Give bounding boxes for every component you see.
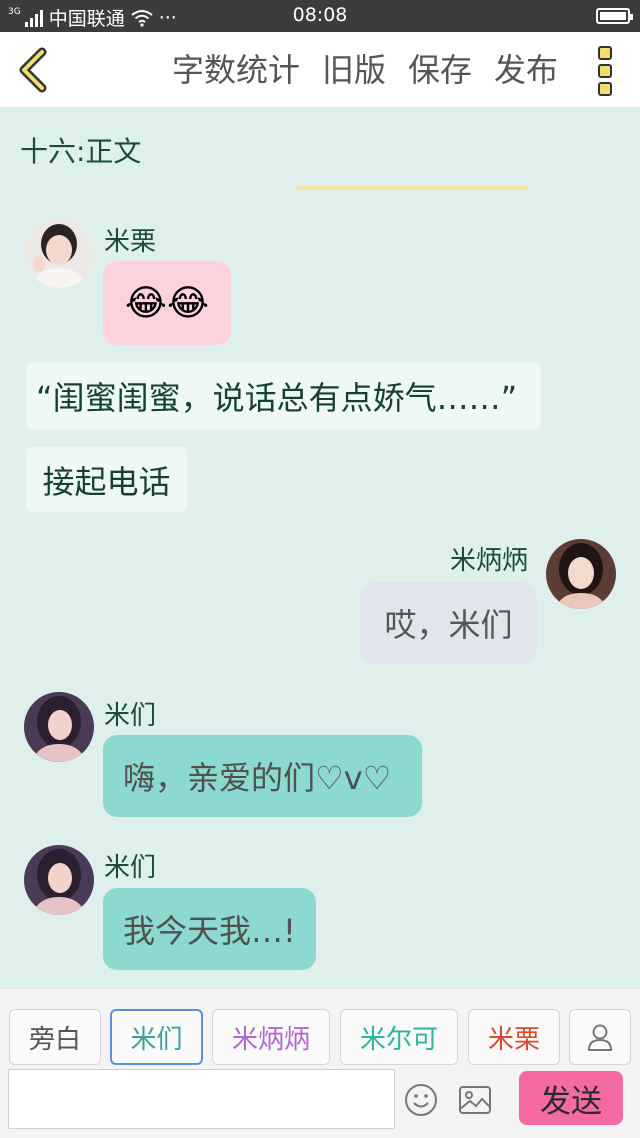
- editor-header: 字数统计 旧版 保存 发布: [0, 32, 640, 108]
- sender-name: 米们: [104, 853, 157, 883]
- clock: 08:08: [292, 4, 348, 26]
- send-label: 发送: [540, 1083, 602, 1120]
- character-narrator-button[interactable]: 旁白: [9, 1009, 101, 1065]
- chat-bubble[interactable]: 😂😂: [103, 261, 231, 345]
- character-label: 旁白: [28, 1024, 81, 1055]
- avatar-mimen[interactable]: [24, 845, 94, 915]
- laughing-crying-emoji: 😂😂: [124, 282, 210, 324]
- chapter-title[interactable]: 十六:正文: [20, 130, 141, 170]
- smiley-icon: [405, 1084, 437, 1116]
- publish-button[interactable]: 发布: [494, 50, 558, 90]
- character-mimen-button[interactable]: 米们: [110, 1009, 203, 1065]
- battery-icon: [596, 8, 633, 24]
- avatar-mibingbing[interactable]: [546, 539, 616, 609]
- save-button[interactable]: 保存: [408, 50, 472, 90]
- avatar-mili[interactable]: [24, 218, 94, 288]
- chat-text: 我今天我…!: [123, 912, 296, 950]
- sender-name: 米炳炳: [450, 546, 529, 576]
- character-label: 米栗: [487, 1024, 540, 1055]
- more-dot: [598, 64, 612, 78]
- chevron-left-icon: [19, 47, 47, 93]
- image-button[interactable]: [458, 1085, 492, 1119]
- chat-bubble[interactable]: 我今天我…!: [103, 888, 316, 970]
- sender-name: 米栗: [104, 227, 157, 257]
- narration-text: “闺蜜闺蜜，说话总有点娇气……”: [36, 379, 518, 417]
- more-dot: [598, 82, 612, 96]
- chat-bubble[interactable]: 哎，米们: [360, 582, 537, 664]
- character-mili-button[interactable]: 米栗: [468, 1009, 560, 1065]
- header-actions: 字数统计 旧版 保存 发布: [172, 50, 558, 90]
- status-bar: 3G 中国联通 ··· 08:08: [0, 0, 640, 32]
- more-menu-button[interactable]: [598, 46, 616, 96]
- chat-bubble[interactable]: 嗨，亲爱的们♡v♡: [103, 735, 422, 817]
- old-version-button[interactable]: 旧版: [322, 50, 386, 90]
- back-button[interactable]: [14, 46, 54, 94]
- title-underline: [296, 186, 528, 190]
- chat-text: 嗨，亲爱的们♡v♡: [123, 759, 392, 797]
- message-input[interactable]: [8, 1069, 395, 1129]
- character-label: 米们: [130, 1024, 183, 1055]
- emoji-button[interactable]: [404, 1083, 438, 1121]
- character-mibingbing-button[interactable]: 米炳炳: [212, 1009, 330, 1065]
- add-character-button[interactable]: [569, 1009, 631, 1065]
- more-vertical-icon: [598, 46, 612, 60]
- image-icon: [459, 1086, 491, 1114]
- composer-panel: 旁白 米们 米炳炳 米尔可 米栗 发送: [0, 988, 640, 1138]
- avatar-mimen[interactable]: [24, 692, 94, 762]
- word-count-button[interactable]: 字数统计: [172, 50, 300, 90]
- character-mierke-button[interactable]: 米尔可: [340, 1009, 458, 1065]
- narration-line[interactable]: 接起电话: [26, 447, 187, 512]
- send-button[interactable]: 发送: [519, 1071, 623, 1125]
- sender-name: 米们: [104, 701, 157, 731]
- narration-line[interactable]: “闺蜜闺蜜，说话总有点娇气……”: [26, 363, 541, 429]
- chat-text: 哎，米们: [384, 606, 513, 644]
- user-icon: [587, 1024, 613, 1051]
- character-label: 米尔可: [359, 1024, 438, 1055]
- character-label: 米炳炳: [231, 1024, 310, 1055]
- narration-text: 接起电话: [42, 462, 171, 501]
